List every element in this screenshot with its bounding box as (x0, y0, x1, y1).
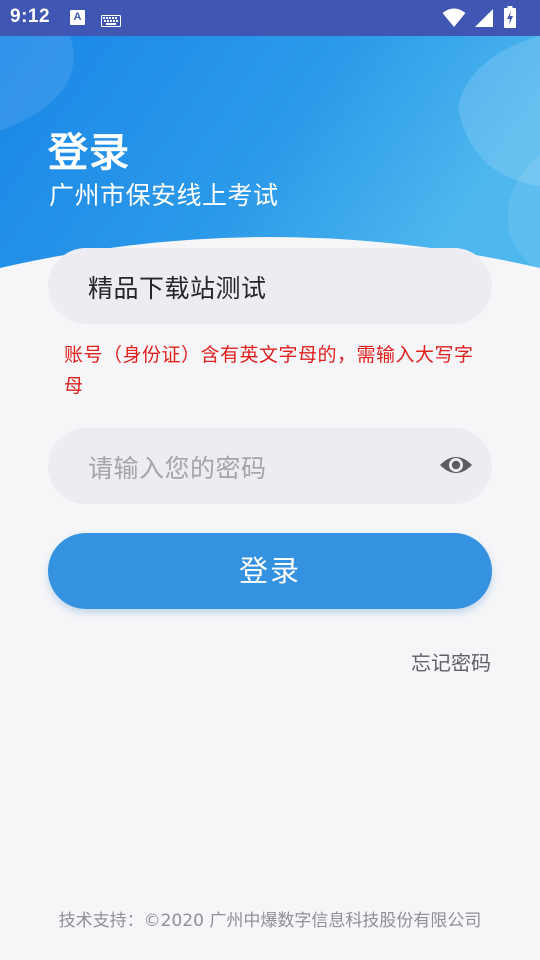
login-button[interactable]: 登录 (48, 533, 492, 609)
status-time: 9:12 (10, 6, 51, 27)
footer-credit: 技术支持：©2020 广州中爆数字信息科技股份有限公司 (58, 911, 482, 931)
account-hint: 账号（身份证）含有英文字母的，需输入大写字母 (64, 344, 474, 397)
password-placeholder: 请输入您的密码 (88, 454, 267, 483)
header: 登录 广州市保安线上考试 (0, 36, 540, 276)
signal-icon (475, 9, 493, 27)
account-input-value: 精品下载站测试 (88, 274, 267, 303)
page-title: 登录 (48, 130, 130, 176)
a-icon: A (70, 10, 85, 25)
status-system-icons (442, 6, 532, 30)
forgot-password-link[interactable]: 忘记密码 (411, 647, 491, 676)
eye-icon[interactable] (439, 452, 473, 478)
account-field[interactable]: 精品下载站测试 (48, 248, 492, 324)
status-bar: 9:12 A (0, 0, 540, 36)
keyboard-icon (101, 12, 121, 31)
login-button-label: 登录 (238, 554, 301, 588)
wifi-icon (442, 8, 466, 27)
page-subtitle: 广州市保安线上考试 (49, 181, 279, 210)
password-field[interactable]: 请输入您的密码 (48, 428, 492, 504)
battery-icon (504, 6, 516, 28)
